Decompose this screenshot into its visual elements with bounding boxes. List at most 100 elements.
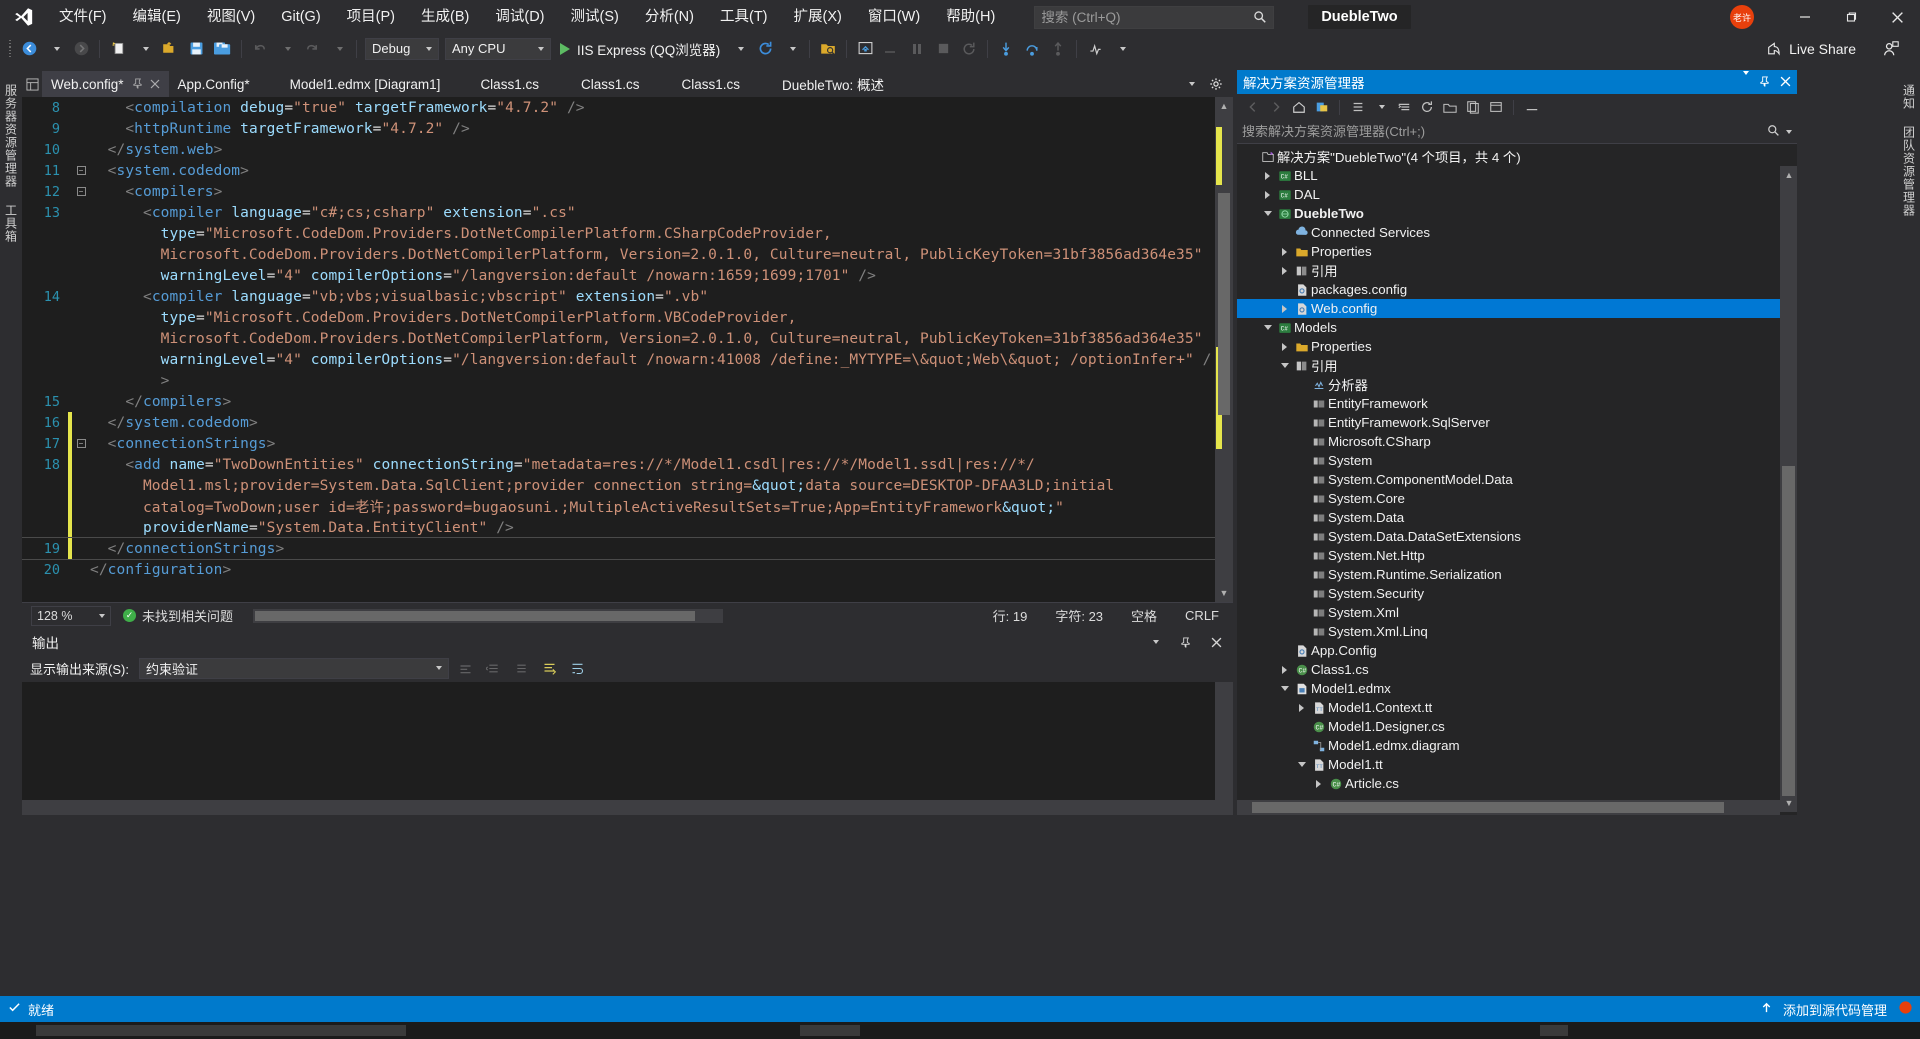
live-preview-button[interactable] (853, 37, 877, 61)
code-line[interactable]: type="Microsoft.CodeDom.Providers.DotNet… (22, 306, 1233, 328)
output-text-area[interactable] (22, 682, 1233, 810)
tab-app-config[interactable]: App.Config* (169, 71, 259, 97)
chevron-right-icon[interactable] (1294, 698, 1309, 717)
taskbar-item-2[interactable] (800, 1025, 860, 1036)
code-line[interactable]: catalog=TwoDown;user id=老许;password=buga… (22, 495, 1233, 517)
tab-class1-cs-2[interactable]: Class1.cs (572, 71, 649, 97)
tree-item--[interactable]: 引用 (1237, 261, 1797, 280)
zoom-level-combo[interactable]: 128 % (31, 605, 111, 626)
code-line[interactable]: > (22, 370, 1233, 391)
redo-button[interactable] (300, 37, 324, 61)
tab-list-dropdown[interactable] (1178, 72, 1202, 96)
hot-reload-button[interactable] (753, 37, 777, 61)
solution-search-input[interactable] (1242, 124, 1767, 139)
chevron-right-icon[interactable] (1277, 337, 1292, 356)
tab-class1-cs-3[interactable]: Class1.cs (672, 71, 749, 97)
output-close-button[interactable] (1205, 631, 1227, 653)
editor-settings-gear-button[interactable] (1204, 72, 1228, 96)
code-line[interactable]: 19 </connectionStrings> (22, 537, 1233, 560)
se-close-button[interactable] (1780, 75, 1791, 90)
restart-button[interactable] (957, 37, 981, 61)
pause-button[interactable] (905, 37, 929, 61)
menu-test[interactable]: 测试(S) (558, 0, 632, 34)
fold-toggle[interactable]: − (72, 433, 90, 454)
output-dropdown-button[interactable] (1143, 631, 1165, 653)
tree-item--[interactable]: 分析器 (1237, 375, 1797, 394)
code-line[interactable]: 18 <add name="TwoDownEntities" connectio… (22, 453, 1233, 475)
hot-reload-dropdown[interactable] (779, 37, 803, 61)
tree-item-dal[interactable]: C# DAL (1237, 185, 1797, 204)
code-line[interactable]: warningLevel="4" compilerOptions="/langv… (22, 265, 1233, 286)
menu-analyze[interactable]: 分析(N) (632, 0, 707, 34)
search-input[interactable] (1041, 9, 1254, 25)
select-element-button[interactable] (816, 37, 840, 61)
tree-item-model1.tt[interactable]: TT Model1.tt (1237, 755, 1797, 774)
chevron-right-icon[interactable] (1311, 774, 1326, 790)
solution-tree-horizontal-scrollbar[interactable] (1237, 800, 1780, 815)
tree-item-model1.edmx.diagram[interactable]: Model1.edmx.diagram (1237, 736, 1797, 755)
tree-item-app.config[interactable]: App.Config (1237, 641, 1797, 660)
se-scroll-up-arrow[interactable]: ▲ (1780, 166, 1798, 184)
tree-item-model1.edmx[interactable]: Model1.edmx (1237, 679, 1797, 698)
se-home-button[interactable] (1288, 97, 1309, 118)
diagnostics-dropdown[interactable] (1109, 37, 1133, 61)
output-clear-all-button[interactable] (539, 657, 561, 679)
se-forward-button[interactable] (1265, 97, 1286, 118)
tree-item--duebletwo-4-4-[interactable]: 解决方案"DuebleTwo"(4 个项目，共 4 个) (1237, 147, 1797, 166)
code-line[interactable]: 14 <compiler language="vb;vbs;visualbasi… (22, 285, 1233, 307)
se-properties-button[interactable] (1347, 97, 1368, 118)
user-avatar[interactable]: 老许 (1730, 5, 1754, 29)
live-share-sessions-button[interactable] (1882, 34, 1900, 63)
output-source-combo[interactable]: 约束验证 (138, 657, 449, 679)
chevron-right-icon[interactable] (1260, 185, 1275, 204)
tree-item-system.data.datasetextensions[interactable]: System.Data.DataSetExtensions (1237, 527, 1797, 546)
tree-item-entityframework[interactable]: EntityFramework (1237, 394, 1797, 413)
chevron-right-icon[interactable] (1277, 299, 1292, 318)
code-line[interactable]: warningLevel="4" compilerOptions="/langv… (22, 348, 1233, 370)
live-share-button[interactable]: Live Share (1765, 34, 1856, 63)
code-editor[interactable]: 8 <compilation debug="true" targetFramew… (22, 97, 1233, 602)
toolbox-tab[interactable]: 工具箱 (0, 196, 23, 251)
menu-view[interactable]: 视图(V) (194, 0, 268, 34)
fold-toggle[interactable]: − (72, 181, 90, 202)
output-goto-next-button[interactable] (511, 657, 533, 679)
team-explorer-tab[interactable]: 团队资源管理器 (1898, 118, 1920, 225)
scroll-thumb[interactable] (1218, 193, 1230, 415)
solution-platform-combo[interactable]: Any CPU (445, 37, 551, 60)
code-line[interactable]: Model1.msl;provider=System.Data.SqlClien… (22, 474, 1233, 496)
editor-horizontal-scrollbar[interactable] (253, 608, 724, 623)
code-line[interactable]: 10 </system.web> (22, 139, 1233, 160)
code-line[interactable]: Microsoft.CodeDom.Providers.DotNetCompil… (22, 243, 1233, 265)
new-project-dropdown[interactable] (132, 37, 156, 61)
menu-help[interactable]: 帮助(H) (933, 0, 1008, 34)
se-view-code-button[interactable] (1462, 97, 1483, 118)
tree-item-system.security[interactable]: System.Security (1237, 584, 1797, 603)
se-dropdown-button[interactable] (1740, 70, 1749, 90)
menu-edit[interactable]: 编辑(E) (120, 0, 194, 34)
code-line[interactable]: 17− <connectionStrings> (22, 433, 1233, 454)
code-line[interactable]: 9 <httpRuntime targetFramework="4.7.2" /… (22, 118, 1233, 139)
code-line[interactable]: 13 <compiler language="c#;cs;csharp" ext… (22, 201, 1233, 223)
diagnostics-button[interactable] (1083, 37, 1107, 61)
redo-dropdown[interactable] (326, 37, 350, 61)
menu-project[interactable]: 项目(P) (334, 0, 408, 34)
tab-class1-cs-1[interactable]: Class1.cs (471, 71, 548, 97)
start-debug-dropdown[interactable] (727, 37, 751, 61)
undo-dropdown[interactable] (274, 37, 298, 61)
output-toggle-wordwrap-button[interactable] (567, 657, 589, 679)
tree-item-system.xml.linq[interactable]: System.Xml.Linq (1237, 622, 1797, 641)
tree-item-system.xml[interactable]: System.Xml (1237, 603, 1797, 622)
fold-toggle[interactable]: − (72, 160, 90, 181)
output-find-message-button[interactable] (455, 657, 477, 679)
chevron-down-icon[interactable] (1277, 356, 1292, 375)
close-icon[interactable] (150, 77, 160, 92)
toolbar-options-button[interactable] (879, 37, 903, 61)
menu-build[interactable]: 生成(B) (408, 0, 482, 34)
tree-item--[interactable]: 引用 (1237, 356, 1797, 375)
code-line[interactable]: providerName="System.Data.EntityClient" … (22, 517, 1233, 538)
chevron-down-icon[interactable] (1277, 679, 1292, 698)
step-out-button[interactable] (1046, 37, 1070, 61)
source-control-up-icon[interactable] (1760, 1001, 1773, 1017)
chevron-right-icon[interactable] (1260, 166, 1275, 185)
step-into-button[interactable] (994, 37, 1018, 61)
